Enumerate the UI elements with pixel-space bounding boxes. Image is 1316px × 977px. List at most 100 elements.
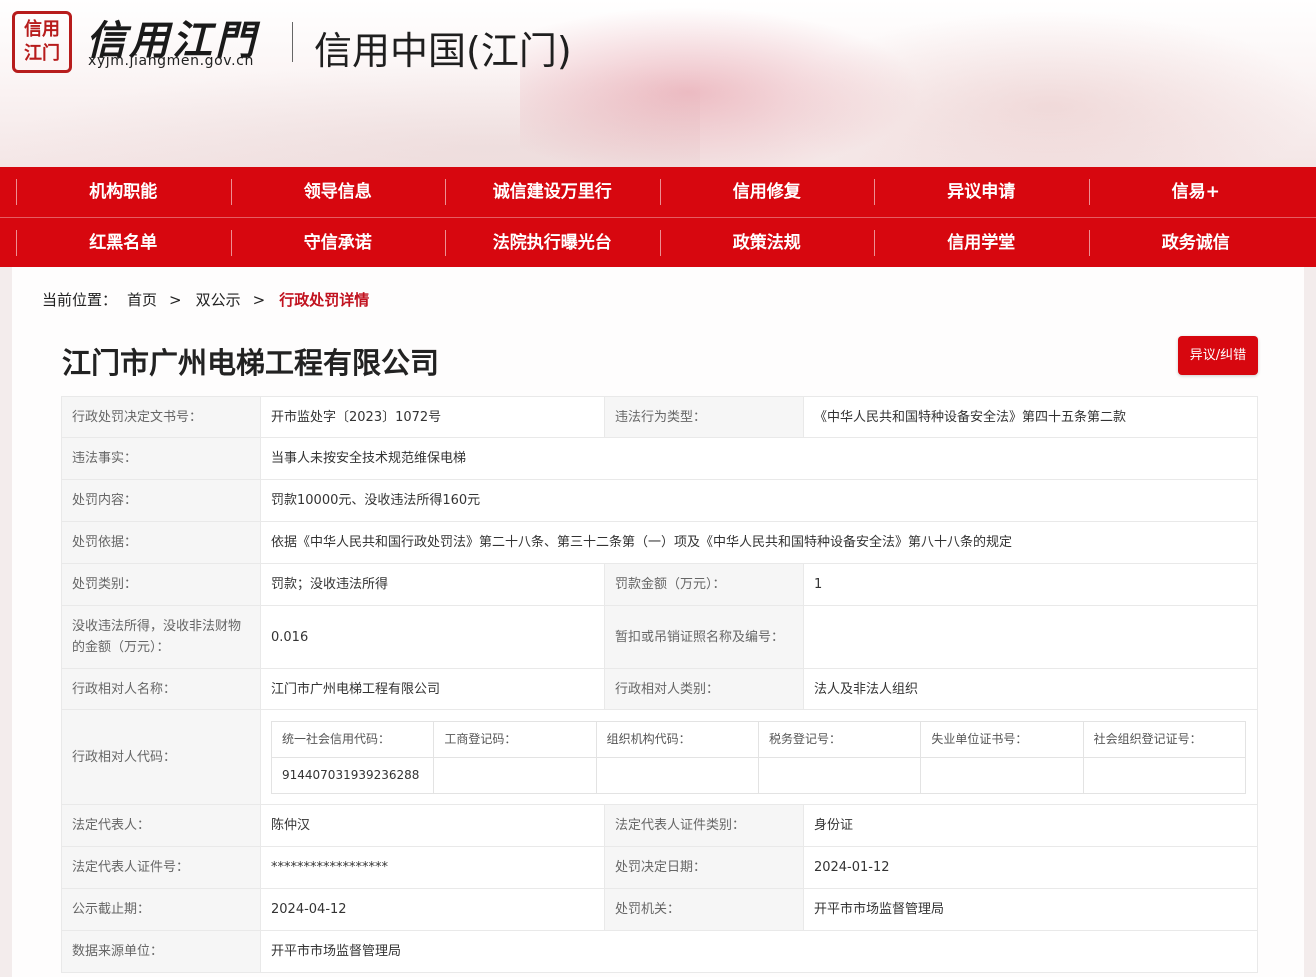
- party-code-label: 行政相对人代码：: [61, 709, 261, 805]
- codes-header-row: 统一社会信用代码： 工商登记码： 组织机构代码： 税务登记号： 失业单位证书号：…: [270, 720, 1247, 758]
- table-row: 行政处罚决定文书号： 开市监处字〔2023〕1072号 违法行为类型： 《中华人…: [61, 396, 1259, 438]
- nav-item-integrity-campaign[interactable]: 诚信建设万里行: [445, 167, 660, 217]
- nav-item-credit-repair[interactable]: 信用修复: [659, 167, 875, 217]
- nav-item-court-exposure[interactable]: 法院执行曝光台: [445, 218, 660, 268]
- basis-value: 依据《中华人民共和国行政处罚法》第二十八条、第三十二条第（一）项及《中华人民共和…: [260, 521, 1258, 564]
- violation-type-label: 违法行为类型：: [603, 396, 804, 438]
- table-row: 处罚依据： 依据《中华人民共和国行政处罚法》第二十八条、第三十二条第（一）项及《…: [61, 521, 1258, 564]
- content-label: 处罚内容：: [61, 479, 261, 522]
- code-header-business-reg: 工商登记码：: [433, 720, 597, 758]
- nav-item-institution[interactable]: 机构职能: [16, 167, 231, 217]
- category-value: 罚款；没收违法所得: [260, 563, 605, 606]
- publish-end-value: 2024-04-12: [260, 888, 605, 931]
- license-value: [802, 605, 1259, 669]
- party-name-label: 行政相对人名称：: [61, 668, 261, 710]
- nav-row-1: 机构职能 领导信息 诚信建设万里行 信用修复 异议申请 信易+: [0, 167, 1316, 217]
- logo-seal-char: 信: [24, 19, 42, 40]
- breadcrumb-home[interactable]: 首页: [127, 289, 157, 310]
- code-value-social-org-cert: [1082, 756, 1247, 794]
- party-code-cell: 统一社会信用代码： 工商登记码： 组织机构代码： 税务登记号： 失业单位证书号：…: [260, 709, 1258, 805]
- code-value-unemployment-cert: [920, 756, 1084, 794]
- breadcrumb-separator: >: [252, 290, 266, 309]
- table-row: 违法事实： 当事人未按安全技术规范维保电梯: [61, 437, 1258, 480]
- authority-label: 处罚机关：: [603, 888, 804, 931]
- party-name-value: 江门市广州电梯工程有限公司: [260, 668, 605, 710]
- decision-date-label: 处罚决定日期：: [603, 846, 804, 889]
- nav-item-objection[interactable]: 异议申请: [874, 167, 1089, 217]
- basis-label: 处罚依据：: [61, 521, 261, 564]
- company-title: 江门市广州电梯工程有限公司: [62, 346, 440, 380]
- codes-value-row: 914407031939236288: [270, 756, 1247, 794]
- confiscated-value: 0.016: [260, 605, 605, 669]
- legal-rep-value: 陈仲汉: [260, 804, 605, 847]
- nav-item-government-integrity[interactable]: 政务诚信: [1088, 218, 1304, 268]
- violation-type-value: 《中华人民共和国特种设备安全法》第四十五条第二款: [802, 396, 1259, 438]
- table-row: 数据来源单位： 开平市市场监督管理局: [61, 930, 1258, 973]
- site-title: 信用中国(江门): [314, 29, 572, 73]
- table-row: 处罚内容： 罚款10000元、没收违法所得160元: [61, 479, 1258, 522]
- breadcrumb-current: 行政处罚详情: [279, 291, 370, 309]
- table-row: 法定代表人证件号： ****************** 处罚决定日期： 202…: [61, 846, 1259, 889]
- breadcrumb: 当前位置： 首页 > 双公示 > 行政处罚详情: [42, 289, 379, 310]
- header-divider: [292, 22, 293, 62]
- logo-seal-char: 用: [42, 19, 60, 40]
- decision-date-value: 2024-01-12: [802, 846, 1259, 889]
- table-row: 法定代表人： 陈仲汉 法定代表人证件类别： 身份证: [61, 804, 1259, 847]
- nav-item-xinyi-plus[interactable]: 信易+: [1088, 167, 1304, 217]
- source-value: 开平市市场监督管理局: [260, 930, 1258, 973]
- legal-id-type-value: 身份证: [802, 804, 1259, 847]
- logo-url: xyjm.jiangmen.gov.cn: [88, 53, 254, 69]
- legal-id-type-label: 法定代表人证件类别：: [603, 804, 804, 847]
- breadcrumb-double-publicity[interactable]: 双公示: [196, 289, 241, 310]
- nav-item-leadership[interactable]: 领导信息: [230, 167, 446, 217]
- logo-seal-char: 江: [24, 43, 42, 64]
- table-row: 处罚类别： 罚款；没收违法所得 罚款金额（万元）： 1: [61, 563, 1259, 606]
- code-value-business-reg: [433, 756, 597, 794]
- legal-id-no-label: 法定代表人证件号：: [61, 846, 261, 889]
- code-header-social-org-cert: 社会组织登记证号：: [1082, 720, 1247, 758]
- code-header-unemployment-cert: 失业单位证书号：: [920, 720, 1084, 758]
- table-row: 公示截止期： 2024-04-12 处罚机关： 开平市市场监督管理局: [61, 888, 1259, 931]
- party-type-label: 行政相对人类别：: [603, 668, 804, 710]
- code-header-tax-reg: 税务登记号：: [757, 720, 922, 758]
- code-value-uscc: 914407031939236288: [270, 756, 435, 794]
- code-header-uscc: 统一社会信用代码：: [270, 720, 435, 758]
- header-background-art: [780, 10, 1316, 167]
- site-header: 信 用 江 门 信用江門 xyjm.jiangmen.gov.cn 信用中国(江…: [0, 0, 1316, 167]
- legal-id-no-value: ******************: [260, 846, 605, 889]
- fine-label: 罚款金额（万元）：: [603, 563, 804, 606]
- category-label: 处罚类别：: [61, 563, 261, 606]
- logo-seal-char: 门: [42, 43, 60, 64]
- legal-rep-label: 法定代表人：: [61, 804, 261, 847]
- facts-label: 违法事实：: [61, 437, 261, 480]
- breadcrumb-separator: >: [169, 290, 182, 309]
- publish-end-label: 公示截止期：: [61, 888, 261, 931]
- doc-no-value: 开市监处字〔2023〕1072号: [260, 396, 605, 438]
- logo-seal[interactable]: 信 用 江 门: [12, 11, 72, 73]
- authority-value: 开平市市场监督管理局: [802, 888, 1259, 931]
- fine-value: 1: [802, 563, 1259, 606]
- code-value-tax-reg: [757, 756, 922, 794]
- table-row: 行政相对人名称： 江门市广州电梯工程有限公司 行政相对人类别： 法人及非法人组织: [61, 668, 1259, 710]
- nav-item-promise[interactable]: 守信承诺: [230, 218, 446, 268]
- dispute-correction-button[interactable]: 异议/纠错: [1178, 336, 1258, 375]
- party-type-value: 法人及非法人组织: [802, 668, 1259, 710]
- table-row: 没收违法所得，没收非法财物的金额（万元）： 0.016 暂扣或吊销证照名称及编号…: [61, 605, 1259, 669]
- confiscated-label: 没收违法所得，没收非法财物的金额（万元）：: [61, 605, 261, 669]
- facts-value: 当事人未按安全技术规范维保电梯: [260, 437, 1258, 480]
- content-value: 罚款10000元、没收违法所得160元: [260, 479, 1258, 522]
- code-value-org-code: [595, 756, 759, 794]
- nav-row-2: 红黑名单 守信承诺 法院执行曝光台 政策法规 信用学堂 政务诚信: [0, 217, 1316, 267]
- code-header-org-code: 组织机构代码：: [595, 720, 759, 758]
- license-label: 暂扣或吊销证照名称及编号：: [603, 605, 804, 669]
- source-label: 数据来源单位：: [61, 930, 261, 973]
- party-codes-table: 统一社会信用代码： 工商登记码： 组织机构代码： 税务登记号： 失业单位证书号：…: [270, 720, 1247, 794]
- nav-item-credit-school[interactable]: 信用学堂: [874, 218, 1089, 268]
- doc-no-label: 行政处罚决定文书号：: [61, 396, 261, 438]
- main-nav: 机构职能 领导信息 诚信建设万里行 信用修复 异议申请 信易+ 红黑名单 守信承…: [0, 167, 1316, 267]
- penalty-details-table: 行政处罚决定文书号： 开市监处字〔2023〕1072号 违法行为类型： 《中华人…: [61, 396, 1259, 973]
- nav-item-red-black-list[interactable]: 红黑名单: [16, 218, 231, 268]
- nav-item-policies[interactable]: 政策法规: [659, 218, 875, 268]
- table-row: 行政相对人代码： 统一社会信用代码： 工商登记码： 组织机构代码： 税务登记号：…: [61, 709, 1258, 805]
- main-content: 当前位置： 首页 > 双公示 > 行政处罚详情 江门市广州电梯工程有限公司 异议…: [12, 267, 1304, 977]
